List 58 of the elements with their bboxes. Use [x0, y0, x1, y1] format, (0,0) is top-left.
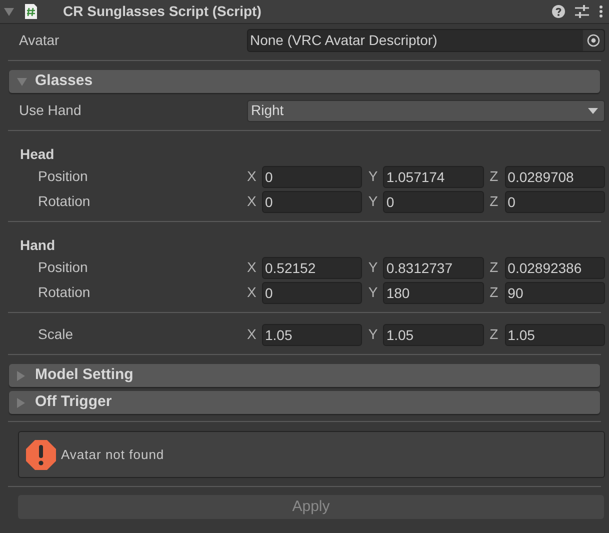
number-field[interactable]: 1.057174 — [383, 166, 484, 188]
field-label: Use Hand — [19, 101, 82, 120]
field-label: Rotation — [38, 192, 92, 211]
collapse-arrow-icon[interactable] — [4, 6, 14, 16]
number-field[interactable]: 90 — [504, 282, 605, 304]
field-label: Rotation — [38, 283, 92, 302]
object-field[interactable]: None (VRC Avatar Descriptor) — [247, 29, 605, 52]
caret-icon — [588, 108, 598, 114]
field-label: Avatar — [19, 31, 60, 50]
script-icon — [24, 3, 38, 20]
axis-label: Y — [368, 258, 379, 277]
number-field[interactable]: 0.0289708 — [504, 166, 605, 188]
dropdown[interactable]: Right — [247, 100, 605, 122]
number-field[interactable]: 0.52152 — [262, 256, 362, 278]
error-icon — [25, 438, 57, 470]
number-field[interactable]: 0 — [262, 166, 362, 188]
group-heading: Hand — [19, 236, 56, 251]
axis-label: Y — [368, 325, 379, 344]
number-field[interactable]: 1.05 — [383, 324, 484, 346]
axis-label: X — [247, 167, 258, 186]
component-title: CR Sunglasses Script (Script) — [63, 2, 262, 21]
number-field[interactable]: 1.05 — [262, 324, 362, 346]
axis-label: Z — [490, 192, 500, 211]
foldout-title: Off Trigger — [35, 392, 112, 412]
foldout-title: Glasses — [35, 71, 93, 92]
axis-label: Y — [368, 167, 379, 186]
object-picker-icon[interactable] — [583, 30, 604, 51]
axis-label: Y — [368, 283, 379, 302]
more-options-icon[interactable] — [599, 5, 603, 18]
number-field[interactable]: 0.02892386 — [504, 256, 605, 278]
number-field[interactable]: 0 — [383, 190, 484, 212]
foldout-header[interactable]: Off Trigger — [9, 391, 600, 414]
axis-label: Z — [490, 258, 500, 277]
number-field[interactable]: 1.05 — [504, 324, 605, 346]
axis-label: X — [247, 258, 258, 277]
axis-label: Y — [368, 192, 379, 211]
number-field[interactable]: 0 — [504, 190, 605, 212]
field-label: Position — [38, 167, 89, 186]
number-field[interactable]: 180 — [383, 282, 484, 304]
number-field[interactable]: 0 — [262, 190, 362, 212]
number-field[interactable]: 0.8312737 — [383, 256, 484, 278]
axis-label: Z — [490, 167, 500, 186]
field-label: Scale — [38, 325, 74, 344]
foldout-header[interactable]: Glasses — [9, 70, 600, 93]
number-field[interactable]: 0 — [262, 282, 362, 304]
axis-label: Z — [490, 283, 500, 302]
settings-sliders-icon[interactable] — [575, 5, 589, 18]
axis-label: X — [247, 283, 258, 302]
object-field-value: None (VRC Avatar Descriptor) — [250, 31, 438, 50]
axis-label: Z — [490, 325, 500, 344]
help-icon[interactable] — [552, 5, 565, 18]
group-heading: Head — [19, 145, 56, 160]
foldout-header[interactable]: Model Setting — [9, 364, 600, 387]
axis-label: X — [247, 325, 258, 344]
help-message: Avatar not found — [61, 446, 164, 464]
axis-label: X — [247, 192, 258, 211]
foldout-title: Model Setting — [35, 365, 134, 386]
field-label: Position — [38, 258, 89, 277]
